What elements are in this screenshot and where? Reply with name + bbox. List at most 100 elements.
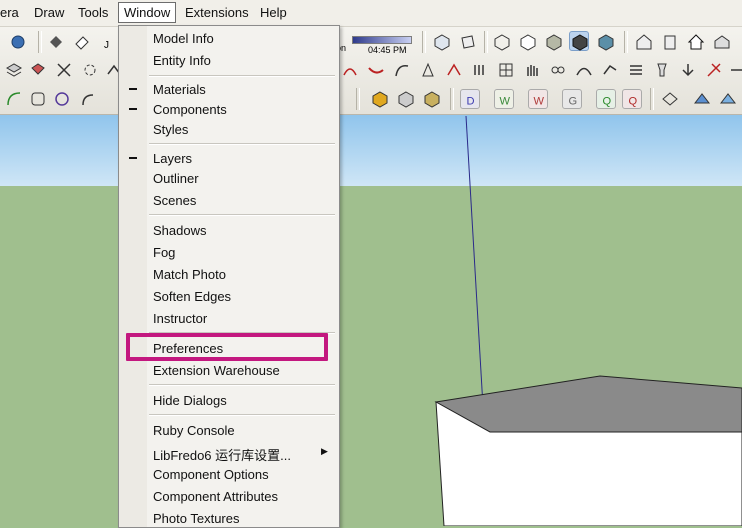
orbit-icon[interactable] [8, 32, 28, 52]
menu-item-scenes[interactable]: Scenes [119, 190, 339, 210]
menu-item-instructor[interactable]: Instructor [119, 308, 339, 328]
stack-icon[interactable] [626, 60, 646, 80]
shadow-time-slider[interactable]: 04:45 PM [352, 34, 412, 55]
menu-item-label: Entity Info [153, 53, 211, 68]
menu-item-shadows[interactable]: Shadows [119, 220, 339, 240]
circle-icon[interactable] [52, 89, 72, 109]
plugin-q-green-icon[interactable]: Q [596, 89, 616, 109]
group-icon[interactable] [396, 89, 416, 109]
checkmark-icon [129, 88, 137, 90]
plugin-g-icon[interactable]: G [562, 89, 582, 109]
menu-item-model-info[interactable]: Model Info [119, 28, 339, 48]
tape-icon[interactable] [728, 60, 742, 80]
pin-icon[interactable] [652, 60, 672, 80]
scissors-icon[interactable] [54, 60, 74, 80]
toolbar-separator [38, 31, 42, 53]
menu-item-components[interactable]: Components [119, 99, 339, 119]
right-view-icon[interactable] [660, 32, 680, 52]
menu-item-photo-textures[interactable]: Photo Textures [119, 508, 339, 527]
freehand-arc-icon[interactable] [78, 89, 98, 109]
top-view-icon[interactable] [458, 32, 478, 52]
menu-item-entity-info[interactable]: Entity Info [119, 50, 339, 70]
hidden-line-icon[interactable] [544, 32, 564, 52]
menu-item-extension-warehouse[interactable]: Extension Warehouse [119, 360, 339, 380]
shaded-textures-icon[interactable] [596, 32, 616, 52]
hand-icon[interactable] [522, 60, 542, 80]
toolbar-area: J on 04:45 PM D W W G Q Q [0, 27, 742, 115]
left-view-icon[interactable] [712, 32, 732, 52]
menu-extensions[interactable]: Extensions [185, 5, 249, 20]
rectangle-icon[interactable] [28, 89, 48, 109]
menu-camera[interactable]: era [0, 5, 19, 20]
tools-icon[interactable] [704, 60, 724, 80]
sweep-icon[interactable] [366, 60, 386, 80]
plugin-q-red-icon[interactable]: Q [622, 89, 642, 109]
menu-item-styles[interactable]: Styles [119, 119, 339, 139]
menu-item-outliner[interactable]: Outliner [119, 168, 339, 188]
paint-bucket-icon[interactable] [46, 32, 66, 52]
arc-icon[interactable] [4, 89, 24, 109]
wireframe-icon[interactable] [518, 32, 538, 52]
extrude-icon[interactable] [470, 60, 490, 80]
menu-item-label: LibFredo6 运行库设置... [153, 448, 291, 463]
checkmark-icon [129, 108, 137, 110]
menu-item-hide-dialogs[interactable]: Hide Dialogs [119, 390, 339, 410]
svg-text:D: D [467, 95, 475, 107]
toolbar-j-label: J [104, 40, 109, 51]
section-display-icon[interactable] [692, 89, 712, 109]
menu-window[interactable]: Window [118, 2, 177, 23]
menu-draw[interactable]: Draw [34, 5, 64, 20]
menu-item-component-options[interactable]: Component Options [119, 464, 339, 484]
menu-tools[interactable]: Tools [78, 5, 108, 20]
menu-item-label: Match Photo [153, 267, 226, 282]
menu-item-match-photo[interactable]: Match Photo [119, 264, 339, 284]
paint-icon[interactable] [28, 60, 48, 80]
menu-item-label: Component Options [153, 467, 269, 482]
menu-item-soften-edges[interactable]: Soften Edges [119, 286, 339, 306]
checkmark-icon [129, 157, 137, 159]
bezier-icon[interactable] [574, 60, 594, 80]
component-icon[interactable] [370, 89, 390, 109]
section-plane-icon[interactable] [660, 89, 680, 109]
menu-item-materials[interactable]: Materials [119, 79, 339, 99]
curve-icon[interactable] [392, 60, 412, 80]
section-cut-icon[interactable] [718, 89, 738, 109]
grid-icon[interactable] [496, 60, 516, 80]
chain-icon[interactable] [548, 60, 568, 80]
layers-icon[interactable] [4, 60, 24, 80]
menu-item-label: Photo Textures [153, 511, 240, 526]
menu-item-label: Outliner [153, 171, 199, 186]
front-view-icon[interactable] [634, 32, 654, 52]
arrow-down-icon[interactable] [678, 60, 698, 80]
shape-icon[interactable] [418, 60, 438, 80]
menu-item-fog[interactable]: Fog [119, 242, 339, 262]
shaded-icon[interactable] [569, 31, 589, 51]
menu-item-component-attributes[interactable]: Component Attributes [119, 486, 339, 506]
menu-item-label: Fog [153, 245, 176, 260]
svg-text:G: G [569, 95, 578, 107]
svg-text:Q: Q [603, 95, 612, 107]
solid-icon[interactable] [422, 89, 442, 109]
menu-help[interactable]: Help [260, 5, 287, 20]
menu-item-libfredo6-settings[interactable]: LibFredo6 运行库设置... ▶ [119, 442, 339, 463]
toolbar-separator [484, 31, 488, 53]
menu-item-label: Ruby Console [153, 423, 235, 438]
plugin-w-green-icon[interactable]: W [494, 89, 514, 109]
svg-text:W: W [533, 95, 544, 107]
vertex-icon[interactable] [444, 60, 464, 80]
iso-view-icon[interactable] [432, 32, 452, 52]
menu-separator [149, 384, 335, 386]
rotate-icon[interactable] [80, 60, 100, 80]
menu-item-label: Shadows [153, 223, 207, 238]
xray-icon[interactable] [492, 32, 512, 52]
plugin-d-icon[interactable]: D [460, 89, 480, 109]
eraser-icon[interactable] [72, 32, 92, 52]
bend-icon[interactable] [600, 60, 620, 80]
plugin-w-red-icon[interactable]: W [528, 89, 548, 109]
drawing-viewport[interactable] [0, 114, 742, 526]
home-view-icon[interactable] [686, 32, 706, 52]
menu-item-ruby-console[interactable]: Ruby Console [119, 420, 339, 440]
arc-tool-icon[interactable] [340, 60, 360, 80]
shadow-time-bar[interactable] [352, 36, 412, 44]
menu-item-layers[interactable]: Layers [119, 148, 339, 168]
